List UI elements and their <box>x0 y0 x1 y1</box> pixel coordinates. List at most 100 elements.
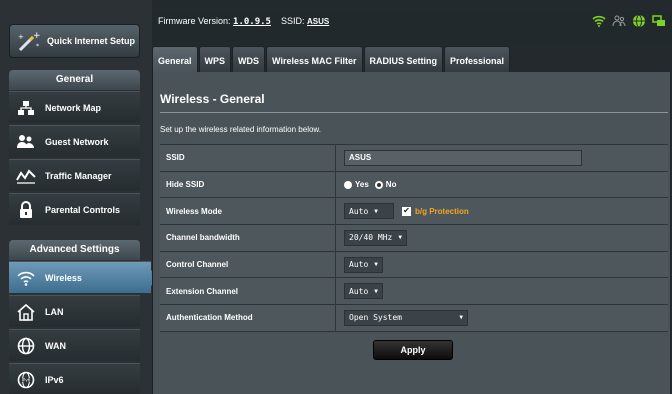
ssid-link[interactable]: ASUS <box>307 17 329 26</box>
radio-checked-icon <box>374 180 383 189</box>
sidebar-item-wireless[interactable]: Wireless <box>9 261 159 293</box>
wireless-mode-select[interactable]: Auto ▼ <box>344 203 394 220</box>
quick-internet-setup-label: Quick Internet Setup <box>47 36 136 46</box>
radio-unchecked-icon <box>344 180 352 189</box>
radio-no-label: No <box>385 180 397 190</box>
sidebar-item-wan[interactable]: WAN <box>9 329 140 361</box>
table-row-extension-channel: Extension Channel Auto ▼ <box>160 278 668 306</box>
authentication-method-select[interactable]: Open System ▼ <box>344 309 468 326</box>
tab-wds[interactable]: WDS <box>232 46 266 72</box>
parental-controls-icon <box>15 200 37 220</box>
chevron-down-icon: ▼ <box>374 287 378 295</box>
internet-status-icon[interactable] <box>632 14 646 28</box>
sidebar-item-label: IPv6 <box>45 374 64 385</box>
extension-channel-selected: Auto <box>349 286 369 296</box>
apply-button[interactable]: Apply <box>373 340 453 360</box>
wan-icon <box>15 336 37 356</box>
hide-ssid-yes-radio[interactable]: Yes <box>344 180 369 189</box>
chevron-down-icon: ▼ <box>374 207 378 215</box>
svg-text:*: * <box>36 43 39 50</box>
page-title: Wireless - General <box>160 92 265 106</box>
magic-wand-icon: + + * <box>16 29 42 53</box>
traffic-manager-icon <box>15 166 37 186</box>
sidebar: + + * Quick Internet Setup General Netwo… <box>0 0 159 394</box>
tab-general[interactable]: General <box>152 46 198 72</box>
network-map-icon <box>15 98 37 118</box>
hide-ssid-value-cell: Yes No <box>336 171 668 198</box>
user-status-icon[interactable] <box>612 14 626 28</box>
table-row-ssid: SSID ASUS <box>160 145 668 172</box>
firmware-info: Firmware Version: 1.0.9.5 SSID: ASUS <box>158 16 329 27</box>
wifi-status-icon[interactable] <box>592 14 606 28</box>
control-channel-value-cell: Auto ▼ <box>336 251 668 278</box>
ssid-label: SSID <box>160 145 336 171</box>
main-panel: Wireless - General Set up the wireless r… <box>152 72 670 394</box>
wireless-mode-value-cell: Auto ▼ ✔ b/g Protection <box>336 198 668 225</box>
tab-wps[interactable]: WPS <box>198 46 232 72</box>
authentication-method-value-cell: Open System ▼ <box>336 305 668 331</box>
sidebar-item-label: Guest Network <box>45 136 109 147</box>
sidebar-item-traffic-manager[interactable]: Traffic Manager <box>9 159 140 191</box>
sidebar-item-label: WAN <box>45 340 66 351</box>
guest-network-icon <box>15 132 37 152</box>
sidebar-item-ipv6[interactable]: IPv6 IPv6 <box>9 363 140 394</box>
ssid-value-cell: ASUS <box>336 145 668 171</box>
chevron-down-icon: ▼ <box>374 261 378 269</box>
extension-channel-label: Extension Channel <box>160 278 336 305</box>
channel-bandwidth-value-cell: 20/40 MHz ▼ <box>336 225 668 251</box>
quick-internet-setup-button[interactable]: + + * Quick Internet Setup <box>9 24 140 58</box>
control-channel-selected: Auto <box>349 260 369 270</box>
sidebar-item-network-map[interactable]: Network Map <box>9 91 140 123</box>
svg-text:IPv6: IPv6 <box>22 377 31 382</box>
svg-text:+: + <box>18 33 24 41</box>
sidebar-item-label: Parental Controls <box>45 204 121 215</box>
extension-channel-value-cell: Auto ▼ <box>336 278 668 305</box>
table-row-control-channel: Control Channel Auto ▼ <box>160 251 668 279</box>
channel-bandwidth-label: Channel bandwidth <box>160 225 336 251</box>
table-row-channel-bandwidth: Channel bandwidth 20/40 MHz ▼ <box>160 225 668 252</box>
sidebar-item-guest-network[interactable]: Guest Network <box>9 125 140 157</box>
lan-icon <box>15 302 37 322</box>
wireless-icon <box>15 268 37 288</box>
firmware-version-link[interactable]: 1.0.9.5 <box>233 17 271 27</box>
ssid-input[interactable]: ASUS <box>344 149 582 166</box>
advanced-settings-heading: Advanced Settings <box>9 240 140 260</box>
extension-channel-select[interactable]: Auto ▼ <box>344 283 383 300</box>
sidebar-item-parental-controls[interactable]: Parental Controls <box>9 193 140 225</box>
ssid-label: SSID: <box>281 16 305 26</box>
tab-bar: General WPS WDS Wireless MAC Filter RADI… <box>152 46 511 72</box>
wireless-mode-selected: Auto <box>349 206 369 216</box>
wireless-settings-table: SSID ASUS Hide SSID Yes No Wireless Mode <box>160 144 668 332</box>
bg-protection-checkbox[interactable]: ✔ <box>402 206 411 216</box>
table-row-authentication-method: Authentication Method Open System ▼ <box>160 305 668 332</box>
ipv6-icon: IPv6 <box>15 370 37 390</box>
table-row-hide-ssid: Hide SSID Yes No <box>160 171 668 199</box>
sidebar-item-label: LAN <box>45 306 64 317</box>
hide-ssid-no-radio[interactable]: No <box>374 180 397 190</box>
firmware-label: Firmware Version: <box>158 16 231 26</box>
tab-radius-setting[interactable]: RADIUS Setting <box>363 46 443 72</box>
sidebar-item-label: Network Map <box>45 102 102 113</box>
title-divider <box>160 112 668 113</box>
sidebar-item-label: Wireless <box>45 272 82 283</box>
status-icons <box>592 14 666 28</box>
authentication-method-label: Authentication Method <box>160 305 336 331</box>
tab-professional[interactable]: Professional <box>444 46 511 72</box>
tab-wireless-mac-filter[interactable]: Wireless MAC Filter <box>266 46 363 72</box>
channel-bandwidth-select[interactable]: 20/40 MHz ▼ <box>344 229 407 246</box>
control-channel-select[interactable]: Auto ▼ <box>344 256 383 273</box>
control-channel-label: Control Channel <box>160 251 336 278</box>
radio-yes-label: Yes <box>355 180 369 190</box>
usb-status-icon[interactable] <box>652 14 666 28</box>
chevron-down-icon: ▼ <box>398 234 402 242</box>
wireless-mode-label: Wireless Mode <box>160 198 336 225</box>
hide-ssid-label: Hide SSID <box>160 171 336 198</box>
bg-protection-label: b/g Protection <box>415 206 469 216</box>
authentication-method-selected: Open System <box>349 313 402 323</box>
table-row-wireless-mode: Wireless Mode Auto ▼ ✔ b/g Protection <box>160 198 668 226</box>
svg-text:+: + <box>33 31 41 41</box>
chevron-down-icon: ▼ <box>459 314 463 322</box>
sidebar-item-label: Traffic Manager <box>45 170 112 181</box>
channel-bandwidth-selected: 20/40 MHz <box>349 233 393 243</box>
sidebar-item-lan[interactable]: LAN <box>9 295 140 327</box>
